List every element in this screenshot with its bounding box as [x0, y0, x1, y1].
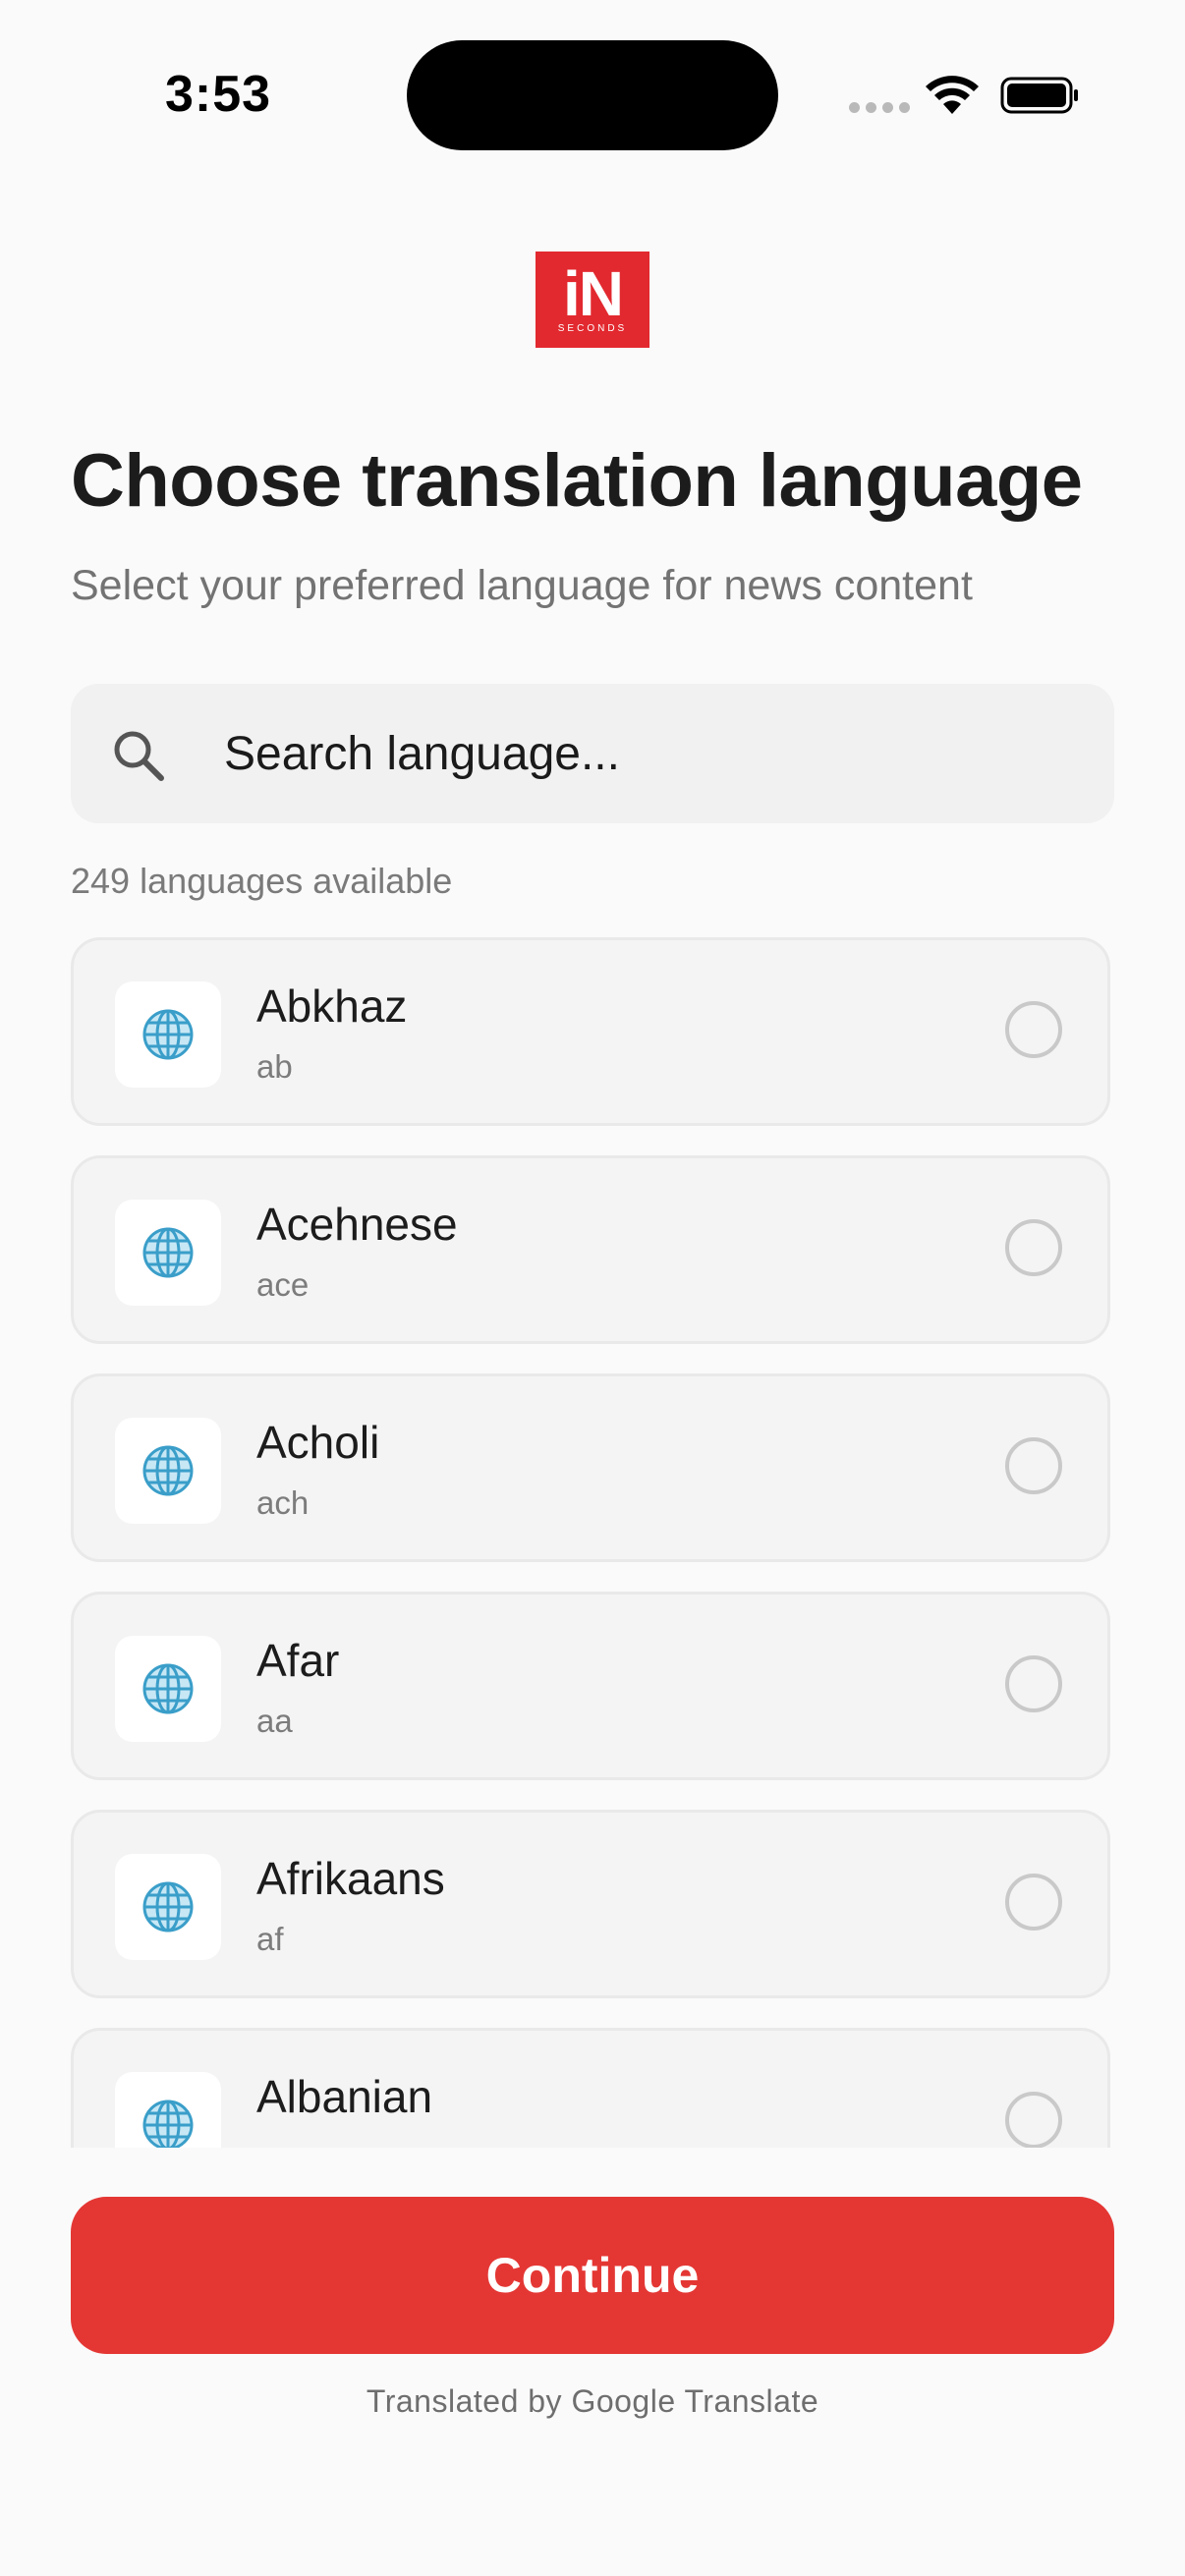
- app-logo: iN SECONDS: [536, 252, 649, 348]
- language-code: sq: [256, 2139, 291, 2148]
- page-title: Choose translation language: [71, 439, 1083, 523]
- globe-icon: [142, 1881, 194, 1932]
- languages-count: 249 languages available: [71, 861, 453, 901]
- language-code: ab: [256, 1048, 293, 1085]
- language-item-abkhaz[interactable]: Abkhaz ab: [71, 937, 1110, 1126]
- language-icon-container: [115, 2072, 221, 2148]
- language-name: Abkhaz: [256, 980, 408, 1032]
- language-radio[interactable]: [1005, 1874, 1062, 1931]
- language-item-acehnese[interactable]: Acehnese ace: [71, 1155, 1110, 1344]
- language-item-albanian[interactable]: Albanian sq: [71, 2028, 1110, 2148]
- language-code: ach: [256, 1484, 310, 1521]
- logo-main-text: iN: [563, 258, 624, 329]
- cellular-signal-icon: [849, 102, 910, 113]
- globe-icon: [142, 1663, 194, 1714]
- language-radio[interactable]: [1005, 1219, 1062, 1276]
- language-radio[interactable]: [1005, 1437, 1062, 1494]
- language-code: af: [256, 1921, 284, 1957]
- globe-icon: [142, 1445, 194, 1496]
- language-icon-container: [115, 1854, 221, 1960]
- globe-icon: [142, 2100, 194, 2148]
- language-name: Acholi: [256, 1417, 380, 1468]
- continue-button[interactable]: Continue: [71, 2197, 1114, 2354]
- language-name: Afrikaans: [256, 1853, 445, 1904]
- dynamic-island: [407, 40, 778, 150]
- language-item-acholi[interactable]: Acholi ach: [71, 1373, 1110, 1562]
- language-name: Acehnese: [256, 1199, 458, 1250]
- battery-icon: [1000, 77, 1078, 114]
- language-selection-screen: 3:53 iN SECONDS Choose translation langu…: [0, 0, 1185, 2576]
- translation-credit: Translated by Google Translate: [366, 2383, 819, 2419]
- wifi-icon: [926, 76, 979, 114]
- page-subtitle: Select your preferred language for news …: [71, 562, 973, 609]
- globe-icon: [142, 1009, 194, 1060]
- language-icon-container: [115, 981, 221, 1088]
- language-radio[interactable]: [1005, 1001, 1062, 1058]
- search-bar[interactable]: [71, 684, 1114, 823]
- language-item-afar[interactable]: Afar aa: [71, 1592, 1110, 1780]
- language-icon-container: [115, 1200, 221, 1306]
- language-radio[interactable]: [1005, 2092, 1062, 2148]
- language-icon-container: [115, 1636, 221, 1742]
- status-time: 3:53: [165, 66, 272, 123]
- language-radio[interactable]: [1005, 1655, 1062, 1712]
- language-icon-container: [115, 1418, 221, 1524]
- search-icon: [114, 731, 164, 781]
- search-input[interactable]: [224, 719, 1069, 788]
- language-name: Afar: [256, 1635, 340, 1686]
- globe-icon: [142, 1227, 194, 1278]
- language-list[interactable]: Abkhaz ab Acehnese ace Acholi ach Afar a…: [71, 937, 1116, 2148]
- language-code: aa: [256, 1703, 293, 1739]
- language-code: ace: [256, 1266, 310, 1303]
- language-name: Albanian: [256, 2071, 433, 2122]
- language-item-afrikaans[interactable]: Afrikaans af: [71, 1810, 1110, 1998]
- logo-sub-text: SECONDS: [557, 323, 628, 334]
